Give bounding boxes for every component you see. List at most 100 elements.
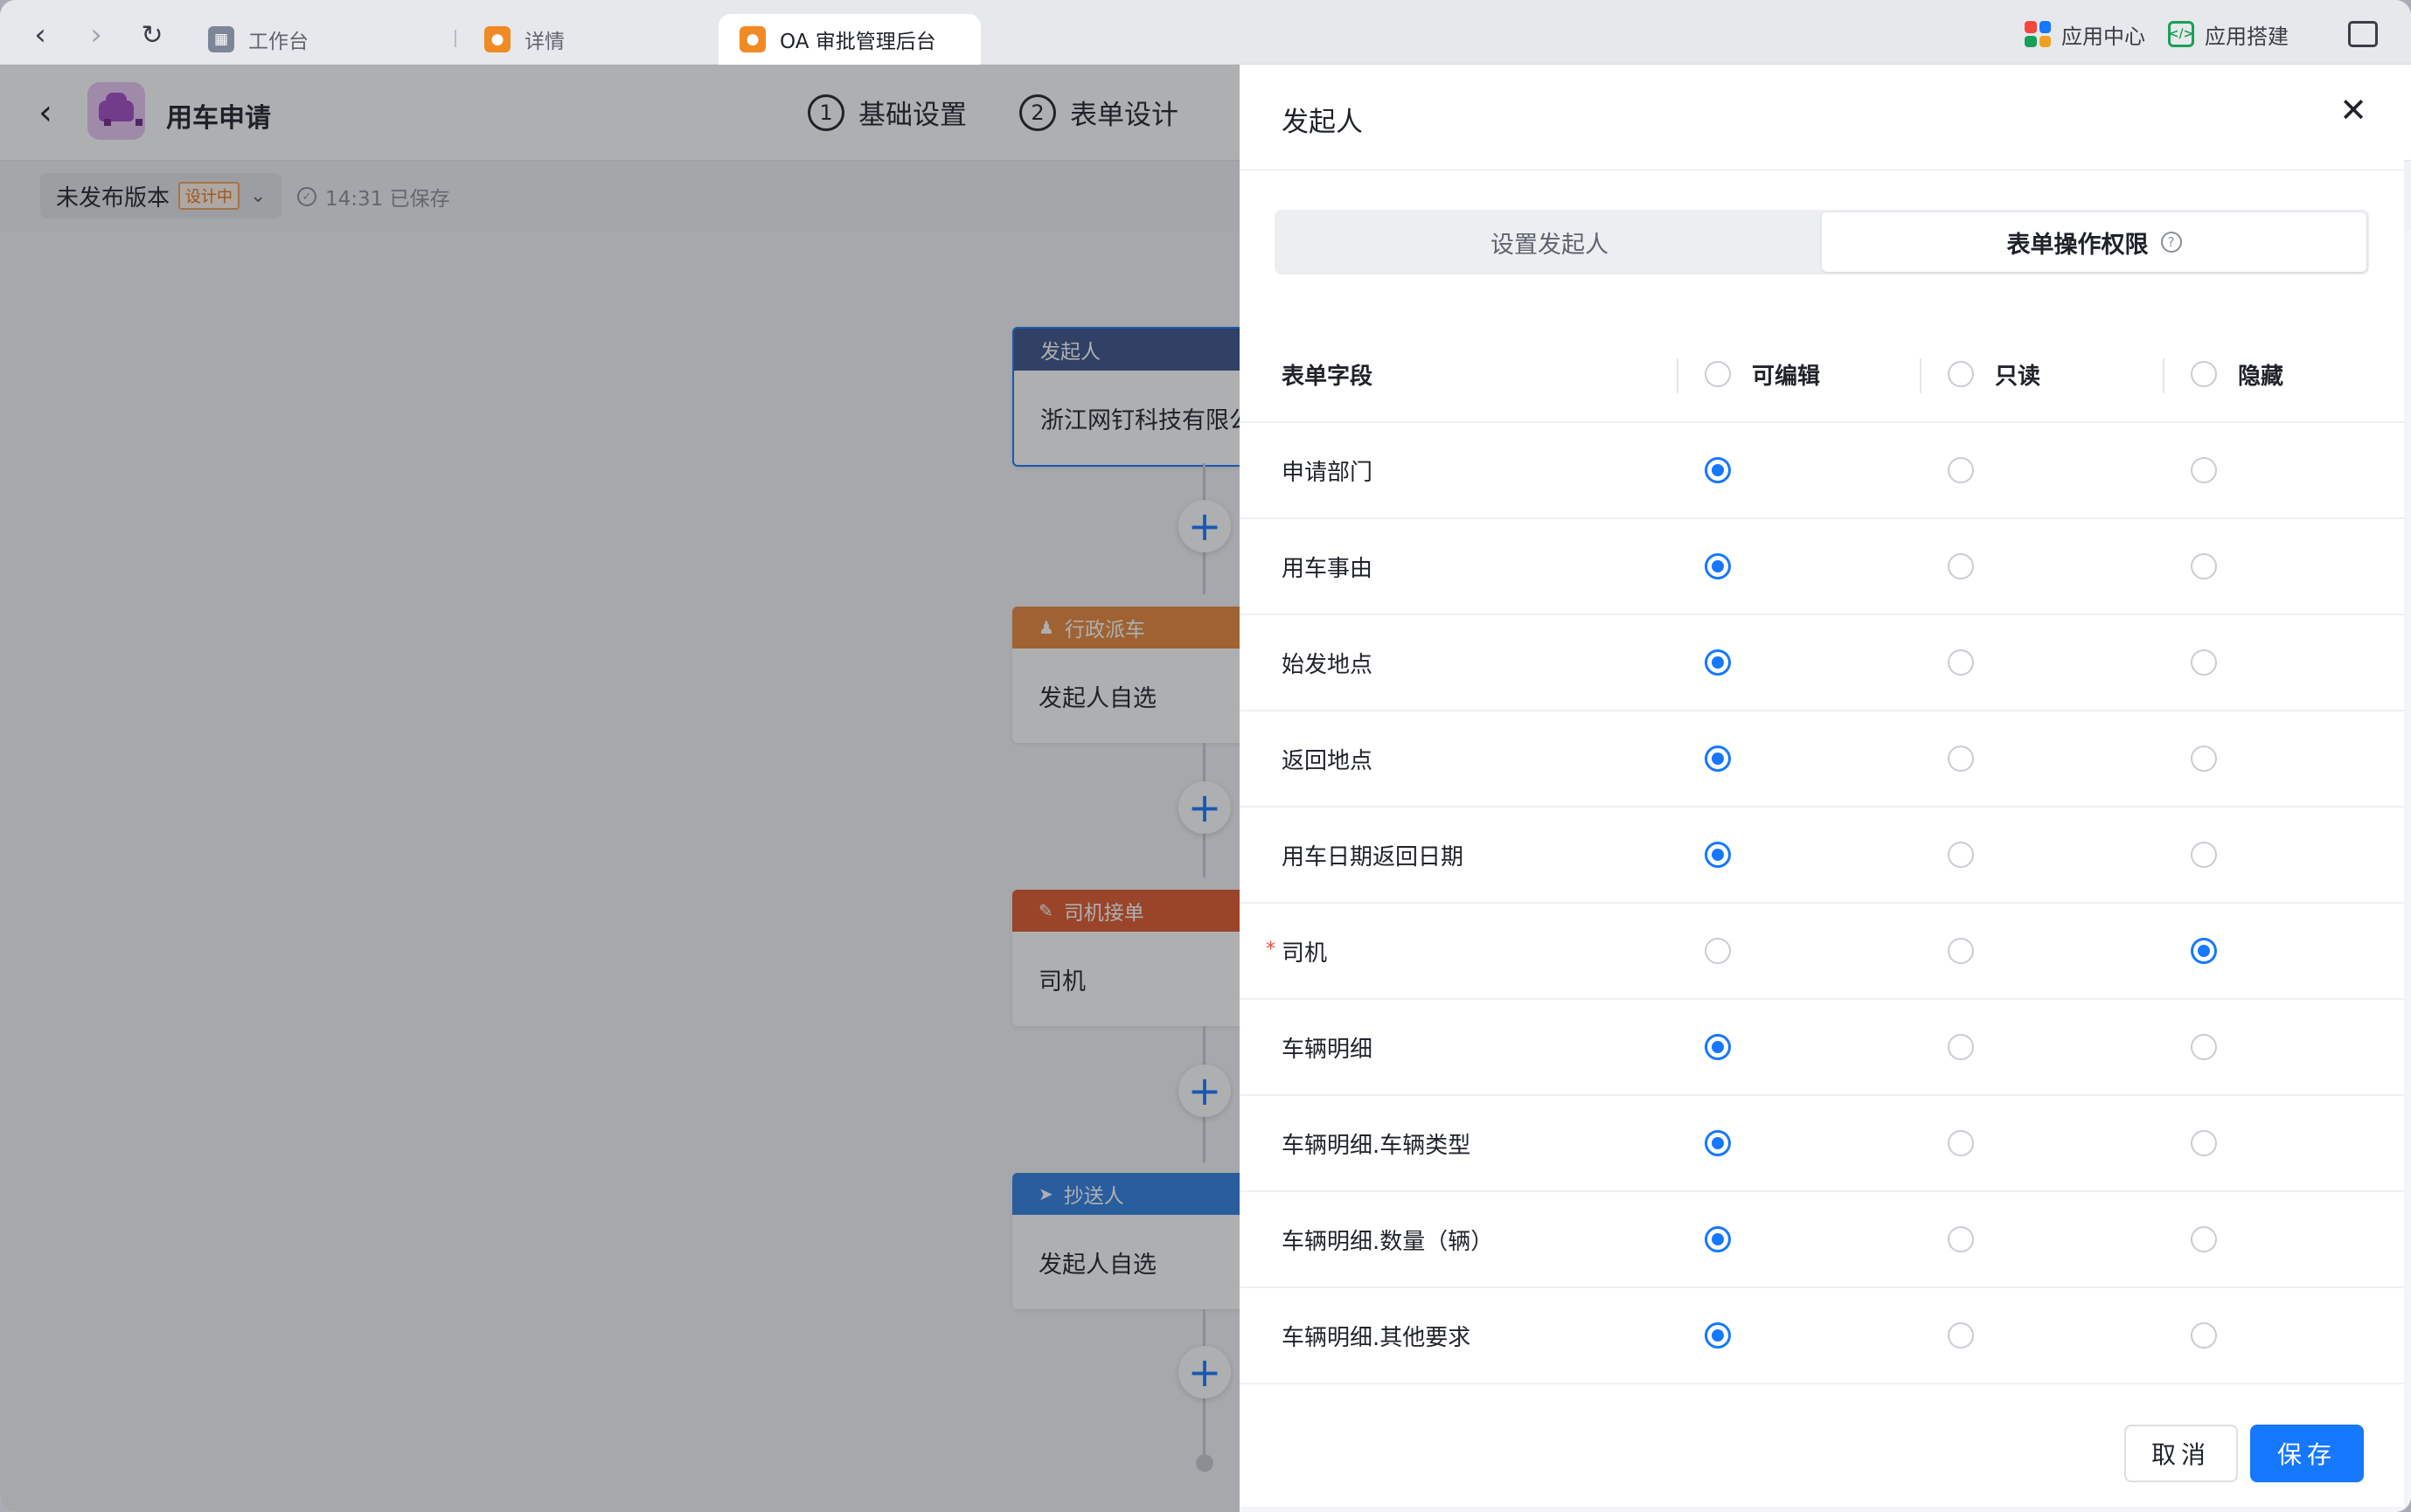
open-external-button[interactable] bbox=[2348, 16, 2378, 52]
column-separator bbox=[2163, 358, 2164, 393]
tab-set-initiator[interactable]: 设置发起人 bbox=[1277, 212, 1822, 272]
radio-readonly[interactable] bbox=[1948, 938, 1974, 964]
field-label: 车辆明细 bbox=[1282, 1036, 1373, 1063]
person-icon: ● bbox=[740, 26, 766, 52]
field-label: 申请部门 bbox=[1282, 459, 1373, 486]
permission-cell bbox=[2191, 457, 2217, 483]
radio-readonly[interactable] bbox=[1948, 457, 1974, 483]
radio-hidden[interactable] bbox=[2191, 457, 2217, 483]
radio-readonly[interactable] bbox=[1948, 1322, 1974, 1349]
permission-cell bbox=[1705, 746, 1731, 772]
radio-readonly[interactable] bbox=[1948, 1130, 1974, 1156]
browser-toolbar: ‹ › ↻ ▦ 工作台 ● 详情 ● OA 审批管理后台 应用中心 </> 应用… bbox=[0, 0, 2411, 65]
permission-cell bbox=[1705, 1034, 1731, 1060]
drawer-footer: 取消 保存 bbox=[1240, 1393, 2404, 1507]
field-label: 返回地点 bbox=[1282, 747, 1373, 774]
column-label: 隐藏 bbox=[2238, 363, 2284, 390]
table-row: 车辆明细.数量（辆） bbox=[1240, 1192, 2404, 1288]
permission-cell bbox=[2191, 649, 2217, 676]
radio-hidden[interactable] bbox=[2191, 938, 2217, 964]
radio-editable[interactable] bbox=[1705, 1130, 1731, 1156]
column-label: 可编辑 bbox=[1752, 363, 1821, 390]
back-nav-icon[interactable]: ‹ bbox=[23, 17, 58, 52]
external-window-icon bbox=[2348, 21, 2378, 47]
app-window: ‹ › ↻ ▦ 工作台 ● 详情 ● OA 审批管理后台 应用中心 </> 应用… bbox=[0, 0, 2411, 1512]
radio-hidden[interactable] bbox=[2191, 1130, 2217, 1156]
field-label: 车辆明细.其他要求 bbox=[1282, 1324, 1471, 1351]
radio-readonly[interactable] bbox=[1948, 746, 1974, 772]
column-separator bbox=[1920, 358, 1921, 393]
forward-nav-icon[interactable]: › bbox=[79, 17, 114, 52]
field-name: 车辆明细.数量（辆） bbox=[1240, 1224, 1677, 1256]
permission-cell bbox=[1948, 1226, 1974, 1252]
table-row: 始发地点 bbox=[1240, 615, 2404, 711]
radio-hidden[interactable] bbox=[2191, 649, 2217, 676]
tab-form-permissions[interactable]: 表单操作权限 ? bbox=[1822, 212, 2366, 272]
column-header-hidden[interactable]: 隐藏 bbox=[2191, 358, 2283, 391]
tab-oa-admin[interactable]: ● OA 审批管理后台 bbox=[719, 14, 981, 65]
radio-editable[interactable] bbox=[1705, 1226, 1731, 1252]
help-icon[interactable]: ? bbox=[2160, 232, 2182, 253]
radio-readonly[interactable] bbox=[1948, 842, 1974, 868]
radio-editable[interactable] bbox=[1705, 938, 1731, 964]
tab-label: OA 审批管理后台 bbox=[780, 31, 936, 53]
radio-editable[interactable] bbox=[1705, 457, 1731, 483]
permission-cell bbox=[1948, 842, 1974, 868]
save-button[interactable]: 保存 bbox=[2250, 1425, 2364, 1482]
field-name: 车辆明细.车辆类型 bbox=[1240, 1127, 1677, 1160]
required-star-icon: * bbox=[1266, 938, 1275, 961]
radio-readonly[interactable] bbox=[1948, 553, 1974, 579]
radio-readonly[interactable] bbox=[1948, 649, 1974, 676]
radio-hidden[interactable] bbox=[2191, 746, 2217, 772]
app-center-link[interactable]: 应用中心 bbox=[2025, 16, 2145, 52]
field-name: 用车事由 bbox=[1240, 551, 1677, 583]
permission-cell bbox=[1705, 938, 1731, 964]
radio-readonly[interactable] bbox=[1948, 1226, 1974, 1252]
permission-cell bbox=[2191, 1130, 2217, 1156]
cancel-button[interactable]: 取消 bbox=[2124, 1425, 2238, 1482]
select-all-radio[interactable] bbox=[2191, 361, 2217, 387]
radio-hidden[interactable] bbox=[2191, 842, 2217, 868]
app-center-label: 应用中心 bbox=[2061, 24, 2145, 49]
radio-editable[interactable] bbox=[1705, 1034, 1731, 1060]
field-name: 用车日期返回日期 bbox=[1240, 839, 1677, 871]
tab-workbench[interactable]: ▦ 工作台 bbox=[187, 14, 330, 65]
radio-editable[interactable] bbox=[1705, 1322, 1731, 1349]
field-name: 车辆明细 bbox=[1240, 1031, 1677, 1064]
field-column-header: 表单字段 bbox=[1282, 363, 1373, 390]
permission-cell bbox=[1948, 1034, 1974, 1060]
drawer-title: 发起人 bbox=[1282, 107, 1363, 138]
table-row: * 司机 bbox=[1240, 904, 2404, 1000]
select-all-radio[interactable] bbox=[1705, 361, 1731, 387]
org-chart-icon: ▦ bbox=[208, 26, 234, 52]
close-icon[interactable]: ✕ bbox=[2334, 91, 2373, 129]
radio-hidden[interactable] bbox=[2191, 1226, 2217, 1252]
permission-cell bbox=[1705, 649, 1731, 676]
radio-hidden[interactable] bbox=[2191, 1322, 2217, 1349]
radio-editable[interactable] bbox=[1705, 649, 1731, 676]
radio-editable[interactable] bbox=[1705, 553, 1731, 579]
app-grid-icon bbox=[2025, 21, 2051, 47]
field-name: 车辆明细.其他要求 bbox=[1240, 1320, 1677, 1352]
refresh-icon[interactable]: ↻ bbox=[135, 17, 170, 52]
radio-editable[interactable] bbox=[1705, 746, 1731, 772]
permission-cell bbox=[1705, 1322, 1731, 1349]
field-name: 始发地点 bbox=[1240, 647, 1677, 679]
column-header-editable[interactable]: 可编辑 bbox=[1705, 358, 1820, 391]
tab-label: 表单操作权限 bbox=[2006, 231, 2149, 259]
radio-editable[interactable] bbox=[1705, 842, 1731, 868]
permission-cell bbox=[2191, 1034, 2217, 1060]
tab-label: 设置发起人 bbox=[1490, 231, 1608, 259]
select-all-radio[interactable] bbox=[1948, 361, 1974, 387]
radio-hidden[interactable] bbox=[2191, 1034, 2217, 1060]
field-label: 用车事由 bbox=[1282, 555, 1373, 582]
drawer-mask[interactable] bbox=[0, 65, 1240, 1512]
permission-cell bbox=[2191, 1322, 2217, 1349]
permission-cell bbox=[1705, 553, 1731, 579]
column-header-readonly[interactable]: 只读 bbox=[1948, 358, 2040, 391]
radio-hidden[interactable] bbox=[2191, 553, 2217, 579]
tab-detail[interactable]: ● 详情 bbox=[463, 14, 586, 65]
field-name: * 司机 bbox=[1240, 935, 1677, 968]
app-builder-link[interactable]: </> 应用搭建 bbox=[2168, 16, 2289, 52]
radio-readonly[interactable] bbox=[1948, 1034, 1974, 1060]
